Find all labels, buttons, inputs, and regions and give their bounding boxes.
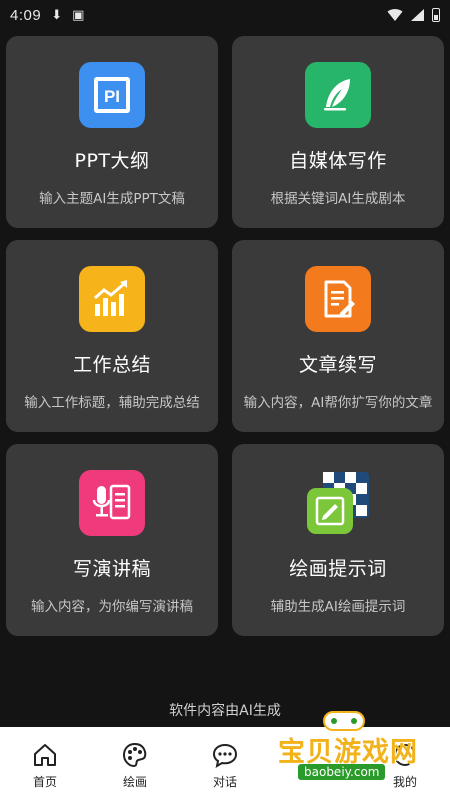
card-subtitle: 根据关键词AI生成剧本 [270, 191, 406, 207]
svg-text:PI: PI [104, 87, 120, 106]
card-article-continue[interactable]: 文章续写 输入内容，AI帮你扩写你的文章 [232, 240, 444, 432]
palette-icon [122, 742, 147, 768]
nav-label: 我的 [392, 775, 417, 789]
card-title: 写演讲稿 [72, 558, 151, 580]
card-title: 文章续写 [298, 354, 377, 376]
card-media-writing[interactable]: 自媒体写作 根据关键词AI生成剧本 [232, 36, 444, 228]
card-speech-writing[interactable]: 写演讲稿 输入内容，为你编写演讲稿 [6, 444, 218, 636]
card-painting-prompt[interactable]: 绘画提示词 辅助生成AI绘画提示词 [232, 444, 444, 636]
card-work-summary[interactable]: 工作总结 输入工作标题，辅助完成总结 [6, 240, 218, 432]
chart-icon [79, 266, 145, 332]
card-ppt-outline[interactable]: PI PPT大纲 输入主题AI生成PPT文稿 [6, 36, 218, 228]
feature-grid: PI PPT大纲 输入主题AI生成PPT文稿 自媒体写作 根据关键词AI生成剧本 [6, 36, 444, 636]
chat-icon [212, 743, 238, 769]
bottom-nav: 首页 绘画 对话 我的 [0, 727, 450, 800]
nav-profile[interactable]: 我的 [360, 727, 450, 800]
card-subtitle: 输入内容，为你编写演讲稿 [31, 599, 193, 615]
card-subtitle: 输入主题AI生成PPT文稿 [39, 191, 185, 207]
nav-label: 首页 [32, 775, 57, 789]
nav-label: 对话 [212, 775, 237, 789]
profile-icon [394, 744, 416, 766]
card-title: 绘画提示词 [289, 558, 387, 580]
nav-painting[interactable]: 绘画 [90, 727, 180, 800]
card-title: PPT大纲 [74, 150, 150, 172]
card-title: 自媒体写作 [289, 150, 387, 172]
card-subtitle: 辅助生成AI绘画提示词 [270, 599, 406, 615]
status-time: 4:09 [10, 6, 42, 24]
wifi-icon [387, 9, 403, 21]
hidden-icon [301, 741, 329, 769]
status-bar: 4:09 ⬇ ▣ [0, 0, 450, 30]
home-icon [34, 744, 56, 766]
notification-icon: ▣ [72, 7, 85, 23]
ai-disclaimer: 软件内容由AI生成 [169, 703, 281, 719]
nav-label: 绘画 [122, 775, 147, 789]
nav-home[interactable]: 首页 [0, 727, 90, 800]
card-subtitle: 输入内容，AI帮你扩写你的文章 [243, 395, 433, 411]
microphone-icon [79, 470, 145, 536]
signal-icon [411, 9, 424, 21]
nav-chat[interactable]: 对话 [180, 727, 270, 800]
card-title: 工作总结 [72, 354, 151, 376]
ppt-icon: PI [79, 62, 145, 128]
battery-icon [432, 8, 440, 22]
card-subtitle: 输入工作标题，辅助完成总结 [24, 395, 200, 411]
document-edit-icon [305, 266, 371, 332]
download-icon: ⬇ [51, 7, 63, 23]
quill-icon [305, 62, 371, 128]
nav-hidden[interactable] [270, 727, 360, 800]
painting-icon [305, 470, 371, 536]
